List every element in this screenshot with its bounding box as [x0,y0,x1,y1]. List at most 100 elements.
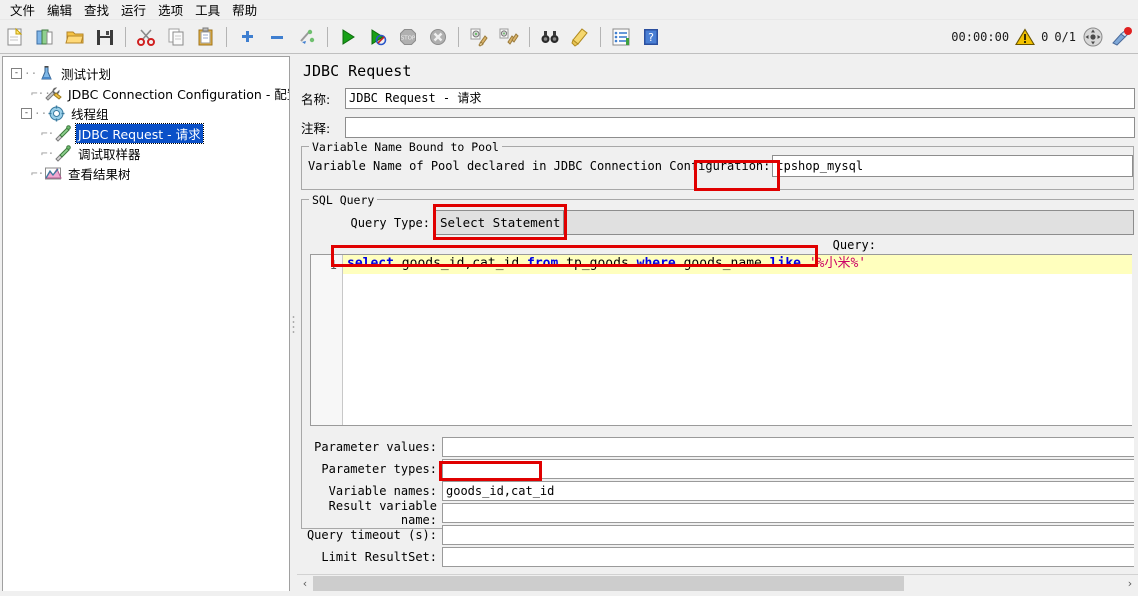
start-no-pauses-icon[interactable] [364,23,392,51]
shutdown-icon[interactable] [424,23,452,51]
help-icon[interactable]: ? [637,23,665,51]
result-variable-name-field[interactable] [442,502,1134,523]
query-type-label: Query Type: [350,215,430,230]
limit-resultset-field[interactable] [442,546,1134,567]
window-bottom-edge [0,591,1138,596]
save-icon[interactable] [91,23,119,51]
horizontal-scrollbar[interactable]: ‹ › [297,574,1138,591]
limit-resultset-label: Limit ResultSet: [321,549,437,564]
tree-node-test-plan[interactable]: - ·· 测试计划 [9,63,289,83]
query-type-combo[interactable]: Select Statement [434,210,564,235]
tree-node-label: 线程组 [71,106,109,122]
panel-splitter[interactable] [290,56,297,594]
sql-token-select: select [347,256,394,271]
query-timeout-label: Query timeout (s): [306,527,437,542]
parameter-values-field[interactable] [442,436,1134,457]
stop-icon[interactable]: STOP [394,23,422,51]
toolbar-separator [327,26,328,47]
cut-icon[interactable] [132,23,160,51]
scrollbar-track[interactable] [313,575,1122,591]
start-icon[interactable] [334,23,362,51]
toggle-icon[interactable] [293,23,321,51]
clear-icon[interactable] [465,23,493,51]
tree-node-label: 调试取样器 [78,146,141,162]
paste-icon[interactable] [192,23,220,51]
svg-text:?: ? [648,31,654,44]
collapse-all-icon[interactable] [263,23,291,51]
new-icon[interactable] [1,23,29,51]
comment-input[interactable] [345,117,1135,138]
query-type-combo-fill[interactable] [564,210,1134,235]
test-plan-icon [36,64,56,82]
menu-search[interactable]: 查找 [78,0,115,20]
tree-line: ⌐·· [31,86,51,100]
svg-text:STOP: STOP [401,35,416,41]
name-input[interactable]: JDBC Request - 请求 [345,88,1135,109]
pool-variable-name-input[interactable]: tpshop_mysql [772,155,1133,177]
tree-node-thread-group[interactable]: - ·· 线程组 [9,103,289,123]
expander-collapse-icon[interactable]: - [11,67,22,79]
menu-run[interactable]: 运行 [115,0,152,20]
menu-file[interactable]: 文件 [4,0,41,20]
toolbar-status-area: 00:00:00 0 0/1 [951,26,1138,48]
connections-icon[interactable] [1082,26,1104,48]
sql-code-line[interactable]: select goods_id,cat_id from tp_goods whe… [343,255,1132,274]
editor-line-numbers: 1 [311,255,343,425]
reset-search-icon[interactable] [566,23,594,51]
parameter-types-label: Parameter types: [321,461,437,476]
query-timeout-field[interactable] [442,524,1134,545]
toolbar-separator [226,26,227,47]
query-type-row: Query Type: Select Statement [302,200,1134,238]
tree-node-jdbc-connection-configuration[interactable]: ⌐·· JDBC Connection Configuration - 配置 [9,83,289,103]
tree-line: ⌐· [41,126,55,140]
parameter-values-row: Parameter values: [302,436,1134,457]
tree-node-view-results-tree[interactable]: ⌐·· 查看结果树 [9,163,289,183]
scrollbar-thumb[interactable] [313,575,904,591]
parameter-types-field[interactable] [442,458,1134,479]
menu-edit[interactable]: 编辑 [41,0,78,20]
comment-label: 注释: [301,121,331,136]
variable-name-bound-to-pool-group: Variable Name Bound to Pool Variable Nam… [301,140,1134,190]
scroll-right-arrow-icon[interactable]: › [1122,575,1138,592]
result-variable-name-row: Result variable name: [302,499,1134,527]
tree-node-label: JDBC Request - 请求 [75,122,204,144]
expander-collapse-icon[interactable]: - [21,107,32,119]
tree-node-label: JDBC Connection Configuration - 配置 [68,86,290,102]
warning-triangle-icon[interactable] [1015,27,1036,46]
toolbar-separator [458,26,459,47]
tree-node-jdbc-request[interactable]: ⌐· JDBC Request - 请求 [9,122,289,144]
sql-query-editor[interactable]: 1 select goods_id,cat_id from tp_goods w… [310,254,1132,426]
sql-token-like: like [769,256,801,271]
error-indicator-icon[interactable] [1110,26,1132,48]
tree-node-debug-sampler[interactable]: ⌐· 调试取样器 [9,143,289,163]
templates-icon[interactable] [31,23,59,51]
splitter-grip[interactable] [292,314,295,336]
copy-icon[interactable] [162,23,190,51]
sql-token-from: from [527,256,559,271]
clear-all-icon[interactable] [495,23,523,51]
menu-tools[interactable]: 工具 [189,0,226,20]
name-label: 名称: [301,92,331,107]
limit-resultset-row: Limit ResultSet: [302,546,1134,567]
parameter-types-row: Parameter types: [302,458,1134,479]
query-timeout-row: Query timeout (s): [302,524,1134,545]
sql-token-columns: goods_id,cat_id [393,256,528,271]
scroll-left-arrow-icon[interactable]: ‹ [297,575,313,592]
tree-line: ⌐·· [31,166,51,180]
toolbar-separator [600,26,601,47]
toolbar: STOP ? 00:00:00 0 0/1 [0,20,1138,54]
variable-names-field[interactable]: goods_id,cat_id [442,480,1134,501]
menu-options[interactable]: 选项 [152,0,189,20]
menu-help[interactable]: 帮助 [226,0,263,20]
pool-field-label: Variable Name of Pool declared in JDBC C… [308,159,771,173]
editor-code-area[interactable]: select goods_id,cat_id from tp_goods whe… [343,255,1132,425]
comment-field-row: 注释: [301,117,1136,138]
expand-all-icon[interactable] [233,23,261,51]
test-plan-tree-panel[interactable]: - ·· 测试计划 ⌐·· JDBC Connection Configurat… [2,56,290,594]
search-icon[interactable] [536,23,564,51]
sql-token-where: where [636,256,676,271]
listener-icon [43,164,63,182]
function-helper-icon[interactable] [607,23,635,51]
open-icon[interactable] [61,23,89,51]
tree-line: ·· [34,106,48,120]
